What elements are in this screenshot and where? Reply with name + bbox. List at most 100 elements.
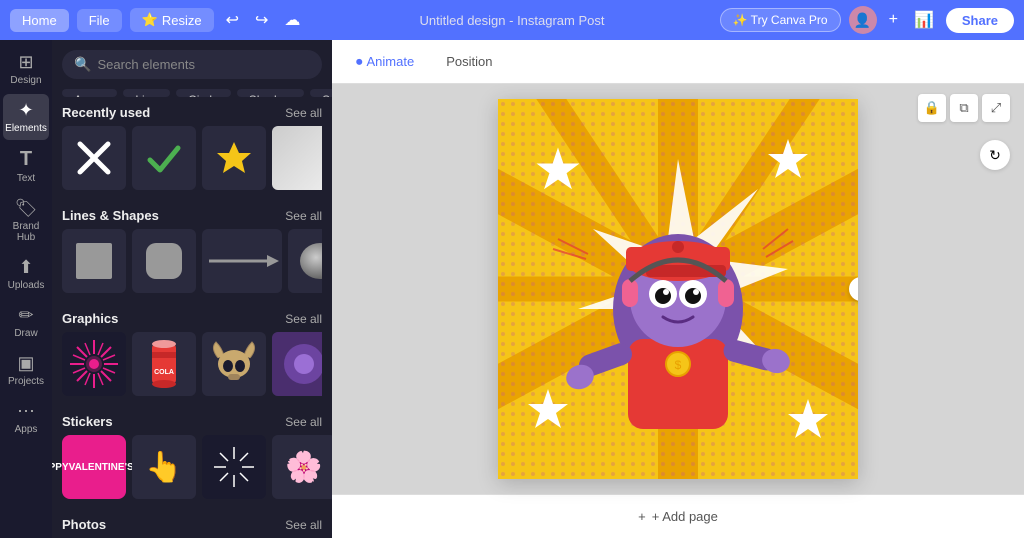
filter-line[interactable]: Line bbox=[123, 89, 170, 97]
recently-used-title: Recently used bbox=[62, 105, 150, 120]
sidebar-item-design[interactable]: ⊞ Design bbox=[3, 46, 49, 92]
list-item[interactable] bbox=[272, 332, 322, 396]
quick-tools: 🔒 ⧉ ⤢ bbox=[918, 94, 1010, 122]
sidebar-item-elements[interactable]: ✦ Elements bbox=[3, 94, 49, 140]
list-item[interactable] bbox=[132, 126, 196, 190]
search-icon: 🔍 bbox=[74, 56, 91, 73]
graphics-section: Graphics See all bbox=[52, 303, 332, 406]
recently-used-header: Recently used See all bbox=[62, 97, 322, 126]
stickers-section: Stickers See all HAPPY VALENTINE'S DAY 👆 bbox=[52, 406, 332, 509]
sidebar-item-label: Apps bbox=[15, 424, 38, 435]
photos-see-all[interactable]: See all bbox=[285, 518, 322, 532]
svg-text:🌸: 🌸 bbox=[285, 449, 322, 484]
sidebar-item-uploads[interactable]: ⬆ Uploads bbox=[3, 251, 49, 297]
list-item[interactable] bbox=[62, 229, 126, 293]
svg-text:$: $ bbox=[675, 358, 682, 372]
list-item[interactable]: COLA bbox=[132, 332, 196, 396]
list-item[interactable] bbox=[202, 332, 266, 396]
shapes-grid: › bbox=[62, 229, 322, 293]
sidebar-item-label: Text bbox=[17, 173, 35, 184]
list-item[interactable] bbox=[202, 126, 266, 190]
position-button[interactable]: Position bbox=[438, 50, 500, 73]
share-button[interactable]: Share bbox=[946, 8, 1014, 33]
photos-title: Photos bbox=[62, 517, 106, 532]
animate-button[interactable]: ⏺ Animate bbox=[348, 50, 422, 74]
topbar-right: ✨ Try Canva Pro 👤 + 📊 Share bbox=[720, 6, 1014, 34]
list-item[interactable] bbox=[288, 229, 322, 293]
graphics-title: Graphics bbox=[62, 311, 118, 326]
main-layout: ⊞ Design ✦ Elements T Text 🏷 Brand Hub ⬆… bbox=[0, 40, 1024, 538]
stickers-header: Stickers See all bbox=[62, 406, 322, 435]
list-item[interactable] bbox=[202, 435, 266, 499]
stickers-see-all[interactable]: See all bbox=[285, 415, 322, 429]
search-bar: 🔍 bbox=[62, 50, 322, 79]
canvas-frame: $ bbox=[498, 99, 858, 479]
canvas-viewport[interactable]: 🔒 ⧉ ⤢ ↻ bbox=[332, 84, 1024, 494]
elements-icon: ✦ bbox=[18, 100, 33, 121]
canvas-toolbar: ⏺ Animate Position bbox=[332, 40, 1024, 84]
add-page-button[interactable]: + + Add page bbox=[638, 509, 718, 524]
sidebar-item-draw[interactable]: ✏ Draw bbox=[3, 299, 49, 345]
home-button[interactable]: Home bbox=[10, 9, 69, 32]
lines-shapes-header: Lines & Shapes See all bbox=[62, 200, 322, 229]
filter-shadow[interactable]: Shadow bbox=[237, 89, 304, 97]
brandhub-icon: 🏷 bbox=[15, 198, 38, 219]
filter-arrow[interactable]: Arrow bbox=[62, 89, 117, 97]
expand-button[interactable]: ⤢ bbox=[982, 94, 1010, 122]
sidebar-item-label: Design bbox=[10, 75, 41, 86]
file-button[interactable]: File bbox=[77, 9, 122, 32]
resize-button[interactable]: ⭐ Resize bbox=[130, 8, 214, 32]
list-item[interactable] bbox=[62, 332, 126, 396]
star-icon: ⭐ bbox=[142, 12, 158, 28]
filter-circle[interactable]: Circle bbox=[176, 89, 231, 97]
stickers-grid: HAPPY VALENTINE'S DAY 👆 bbox=[62, 435, 322, 499]
design-icon: ⊞ bbox=[18, 52, 33, 73]
list-item[interactable]: 🌸 bbox=[272, 435, 332, 499]
list-item[interactable] bbox=[132, 229, 196, 293]
draw-icon: ✏ bbox=[18, 305, 33, 326]
uploads-icon: ⬆ bbox=[18, 257, 33, 278]
lock-button[interactable]: 🔒 bbox=[918, 94, 946, 122]
redo-button[interactable]: ↪ bbox=[251, 6, 272, 34]
lines-shapes-section: Lines & Shapes See all bbox=[52, 200, 332, 303]
stickers-title: Stickers bbox=[62, 414, 113, 429]
recently-used-grid: › bbox=[62, 126, 322, 190]
analytics-button[interactable]: 📊 bbox=[910, 6, 938, 34]
photos-section: Photos See all bbox=[52, 509, 332, 538]
svg-text:COLA: COLA bbox=[154, 369, 174, 376]
list-item[interactable]: HAPPY VALENTINE'S DAY bbox=[62, 435, 126, 499]
list-item[interactable] bbox=[202, 229, 282, 293]
sidebar-item-brandhub[interactable]: 🏷 Brand Hub bbox=[3, 192, 49, 249]
graphics-header: Graphics See all bbox=[62, 303, 322, 332]
cloud-button[interactable]: ☁ bbox=[280, 6, 304, 34]
add-page-bar: + + Add page bbox=[332, 494, 1024, 538]
filter-tags: Arrow Line Circle Shadow Squa... bbox=[52, 89, 332, 97]
text-icon: T bbox=[20, 148, 32, 171]
lines-shapes-title: Lines & Shapes bbox=[62, 208, 159, 223]
apps-icon: ⋯ bbox=[17, 401, 35, 422]
side-panel: 🔍 Arrow Line Circle Shadow Squa... Recen… bbox=[52, 40, 332, 538]
graphics-see-all[interactable]: See all bbox=[285, 312, 322, 326]
icon-nav: ⊞ Design ✦ Elements T Text 🏷 Brand Hub ⬆… bbox=[0, 40, 52, 538]
document-title: Untitled design - Instagram Post bbox=[420, 13, 605, 28]
sidebar-item-label: Projects bbox=[8, 376, 44, 387]
sidebar-item-label: Draw bbox=[14, 328, 37, 339]
avatar[interactable]: 👤 bbox=[849, 6, 877, 34]
sidebar-item-apps[interactable]: ⋯ Apps bbox=[3, 395, 49, 441]
add-button[interactable]: + bbox=[885, 7, 902, 33]
try-canva-button[interactable]: ✨ Try Canva Pro bbox=[720, 8, 841, 32]
undo-button[interactable]: ↩ bbox=[222, 6, 243, 34]
lines-shapes-see-all[interactable]: See all bbox=[285, 209, 322, 223]
filter-square[interactable]: Squa... bbox=[310, 89, 332, 97]
rotate-button[interactable]: ↻ bbox=[980, 140, 1010, 170]
canvas-area: ⏺ Animate Position 🔒 ⧉ ⤢ ↻ bbox=[332, 40, 1024, 538]
sidebar-item-label: Uploads bbox=[8, 280, 45, 291]
list-item[interactable]: 👆 bbox=[132, 435, 196, 499]
list-item[interactable] bbox=[272, 126, 322, 190]
search-input[interactable] bbox=[97, 57, 310, 72]
sidebar-item-projects[interactable]: ▣ Projects bbox=[3, 347, 49, 393]
recently-used-see-all[interactable]: See all bbox=[285, 106, 322, 120]
list-item[interactable] bbox=[62, 126, 126, 190]
copy-button[interactable]: ⧉ bbox=[950, 94, 978, 122]
sidebar-item-text[interactable]: T Text bbox=[3, 142, 49, 190]
